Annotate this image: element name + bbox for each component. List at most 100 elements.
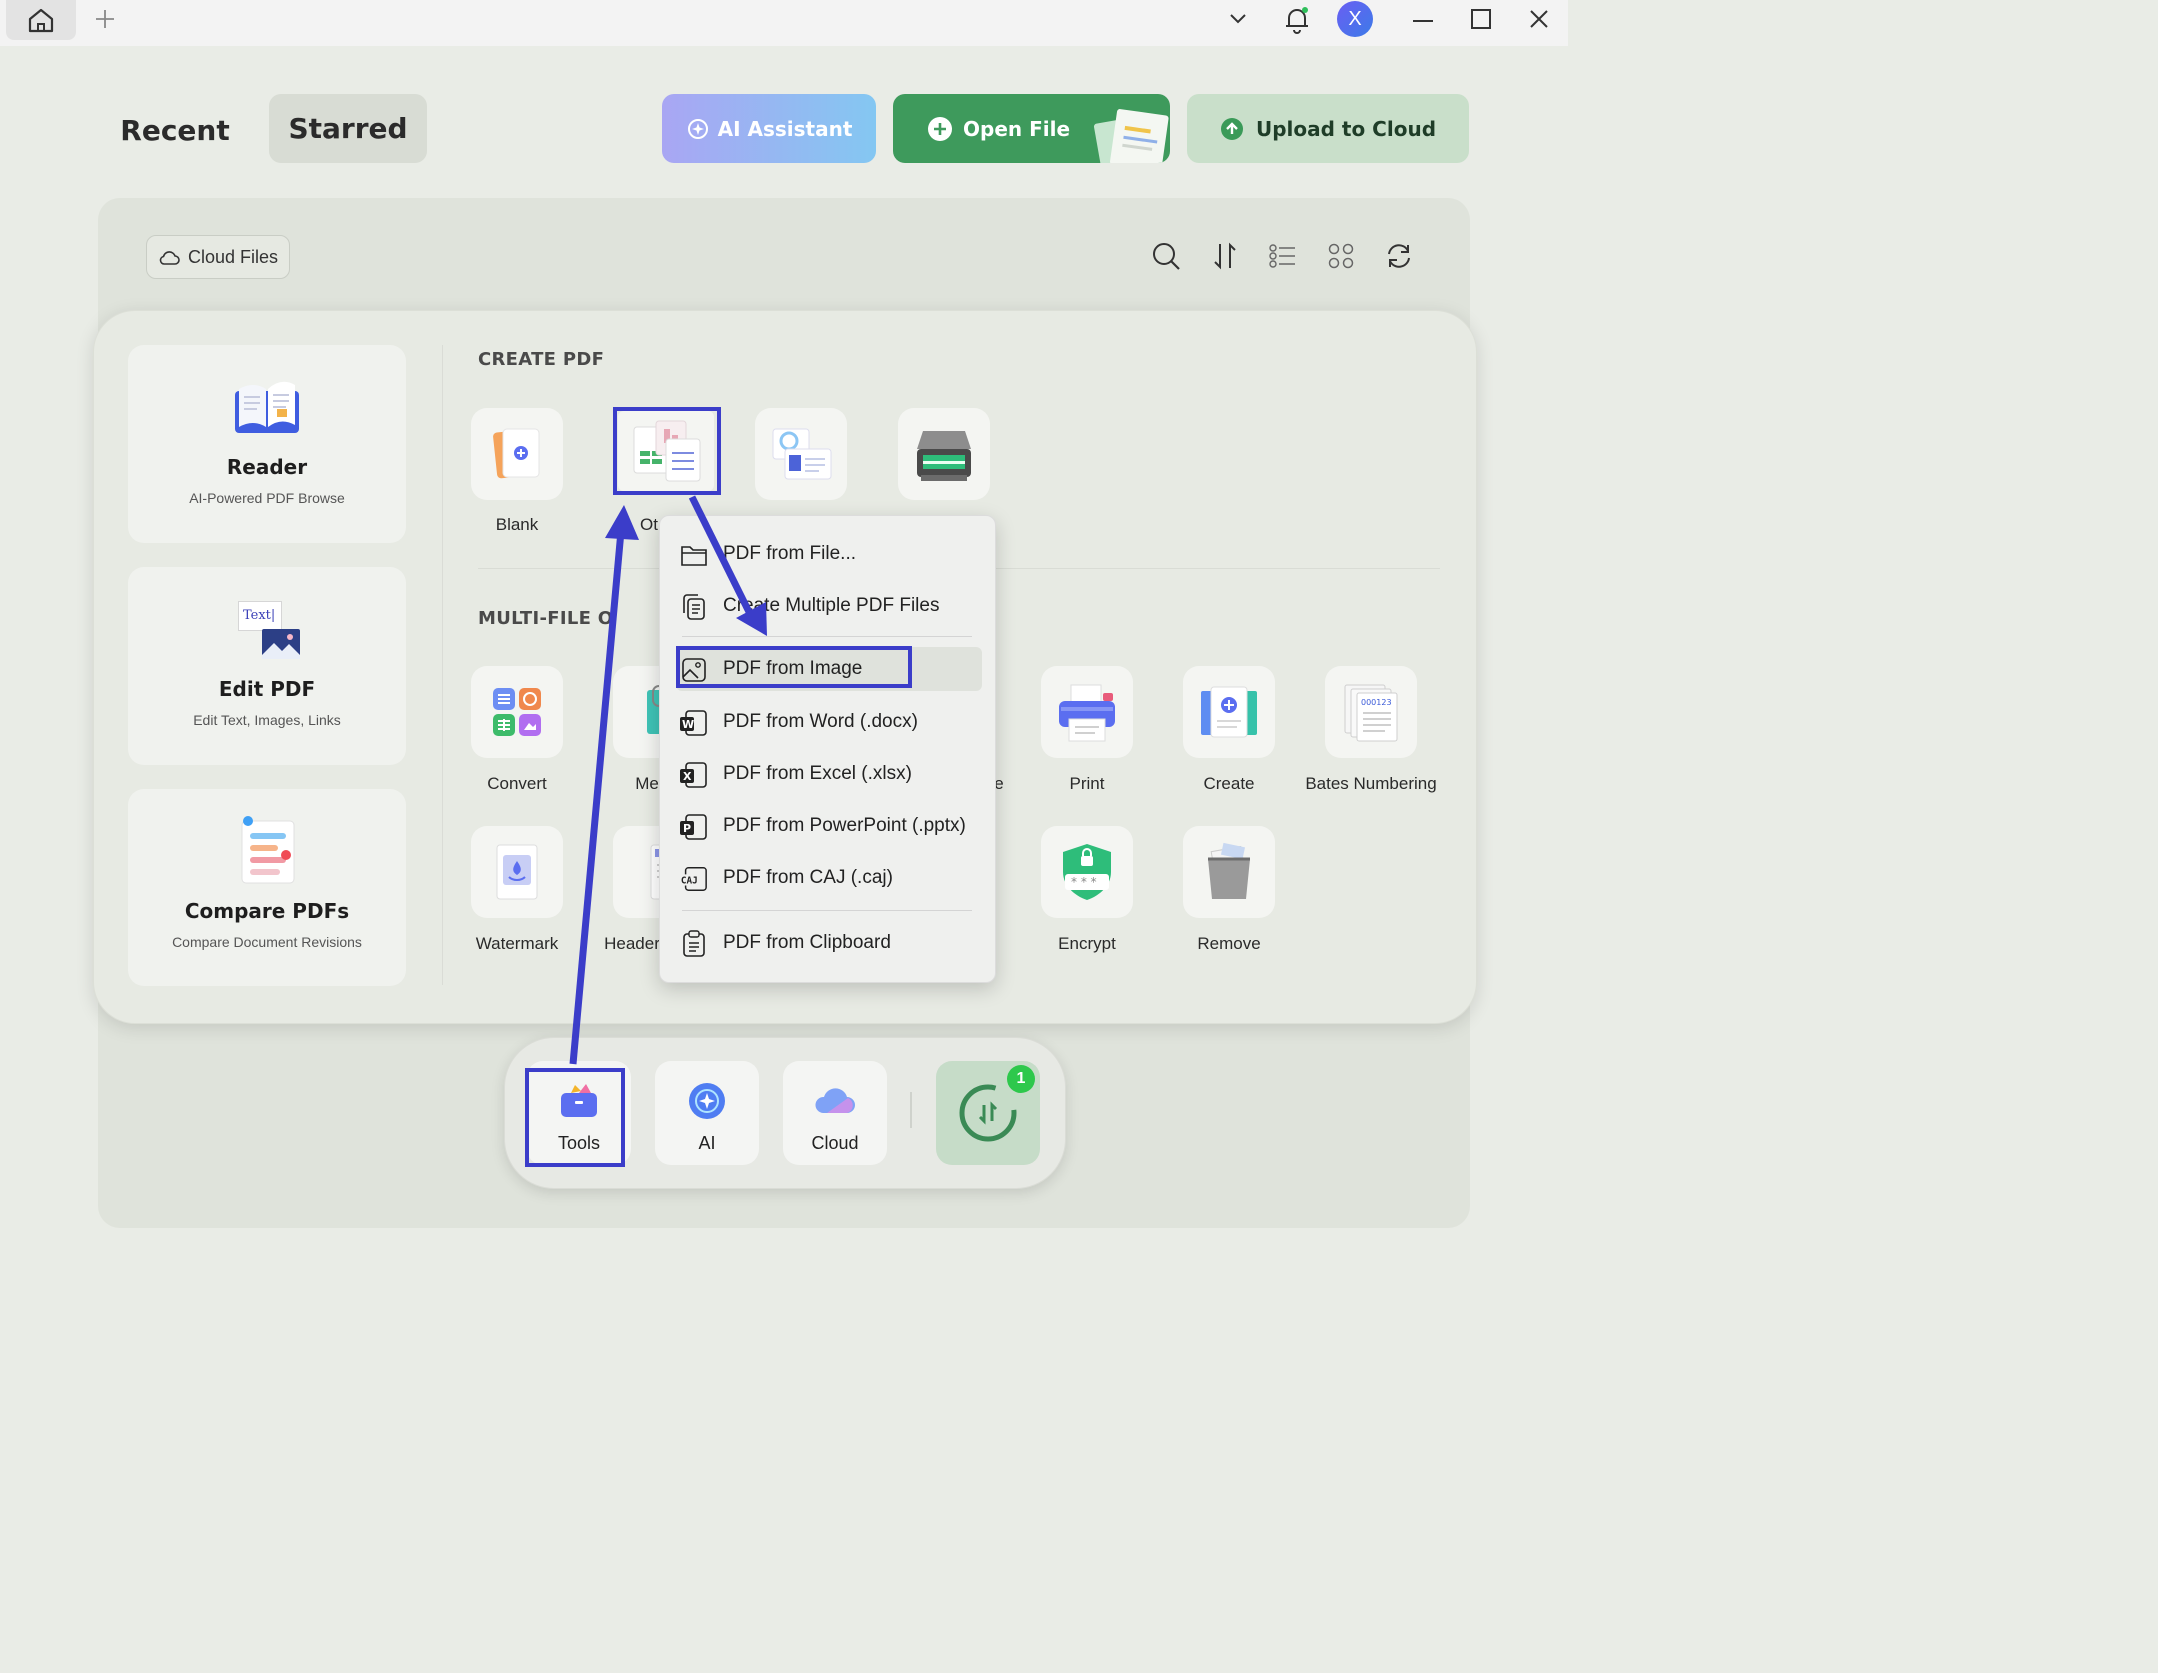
word-icon: W (680, 710, 708, 736)
refresh-icon[interactable] (1381, 238, 1417, 274)
ai-orb-icon (689, 1083, 725, 1119)
menu-item-pdf-from-excel[interactable]: X PDF from Excel (.xlsx) (660, 752, 995, 796)
plus-circle-icon (928, 117, 952, 141)
ai-assistant-button[interactable]: AI Assistant (662, 94, 876, 163)
cloud-icon (159, 251, 180, 265)
new-tab-icon[interactable] (90, 4, 120, 34)
highlight-tools (525, 1068, 625, 1167)
edit-pdf-subtitle: Edit Text, Images, Links (193, 712, 341, 728)
remove-tile[interactable] (1183, 826, 1275, 918)
menu-item-pdf-from-word[interactable]: W PDF from Word (.docx) (660, 700, 995, 744)
compare-pdfs-subtitle: Compare Document Revisions (172, 934, 362, 950)
menu-item-pdf-from-file[interactable]: PDF from File... (660, 532, 995, 576)
multi-file-icon (680, 594, 708, 620)
shield-lock-icon: * * * (1063, 844, 1111, 900)
reader-subtitle: AI-Powered PDF Browse (189, 490, 345, 506)
svg-text:W: W (682, 718, 694, 731)
home-icon (28, 8, 54, 33)
powerpoint-icon: P (680, 814, 708, 840)
bell-icon[interactable] (1282, 4, 1312, 34)
create-document-icon (1201, 686, 1257, 738)
encrypt-label: Encrypt (1058, 934, 1116, 953)
menu-item-create-multiple[interactable]: Create Multiple PDF Files (660, 584, 995, 628)
folder-icon (680, 542, 708, 568)
home-tab[interactable] (6, 0, 76, 40)
printer-icon (1059, 684, 1115, 742)
multi-file-heading: MULTI-FILE O (478, 608, 614, 629)
cloud-icon (815, 1088, 855, 1113)
clipboard-icon (680, 930, 708, 957)
menu-item-pdf-from-clipboard[interactable]: PDF from Clipboard (660, 921, 995, 965)
reader-card[interactable]: Reader AI-Powered PDF Browse (128, 345, 406, 543)
cloud-files-label: Cloud Files (187, 246, 279, 267)
sort-icon[interactable] (1207, 238, 1243, 274)
menu-label: PDF from Word (.docx) (723, 711, 918, 732)
caj-icon: CAJ (680, 866, 708, 892)
book-icon (235, 381, 299, 433)
bates-numbering-icon: 000123 (1344, 684, 1398, 742)
blank-document-icon (493, 428, 540, 479)
edit-pdf-card[interactable]: Text| Edit PDF Edit Text, Images, Links (128, 567, 406, 765)
dock-cloud-label: Cloud (811, 1133, 859, 1153)
svg-text:* * *: * * * (1071, 875, 1097, 889)
maximize-icon[interactable] (1466, 4, 1496, 34)
edit-pdf-title: Edit PDF (218, 677, 316, 701)
print-tile[interactable] (1041, 666, 1133, 758)
menu-item-pdf-from-powerpoint[interactable]: P PDF from PowerPoint (.pptx) (660, 804, 995, 848)
menu-separator (682, 636, 972, 637)
ai-sparkle-icon (687, 118, 708, 139)
open-file-button[interactable]: Open File (893, 94, 1170, 163)
compare-pdfs-card[interactable]: Compare PDFs Compare Document Revisions (128, 789, 406, 986)
minimize-icon[interactable] (1408, 4, 1438, 34)
scanner-tile[interactable] (898, 408, 990, 500)
sync-icon (959, 1084, 1017, 1142)
text-field-icon: Text| (238, 601, 282, 631)
title-bar: X (0, 0, 1568, 46)
chevron-down-icon[interactable] (1223, 4, 1253, 34)
blank-label: Blank (495, 515, 539, 534)
highlight-other-tile (613, 407, 721, 495)
convert-tile[interactable] (471, 666, 563, 758)
tab-recent[interactable]: Recent (110, 98, 240, 162)
upload-arrow-icon (1220, 117, 1243, 140)
menu-item-pdf-from-caj[interactable]: CAJ PDF from CAJ (.caj) (660, 856, 995, 900)
cloud-files-chip[interactable]: Cloud Files (146, 235, 290, 279)
convert-grid-icon (493, 688, 541, 736)
watermark-icon (496, 844, 538, 900)
list-view-icon[interactable] (1265, 238, 1301, 274)
create-tile[interactable] (1183, 666, 1275, 758)
bates-numbering-label: Bates Numbering (1305, 774, 1437, 793)
upload-label: Upload to Cloud (1255, 116, 1437, 141)
ai-assistant-label: AI Assistant (717, 116, 853, 141)
print-label: Print (1069, 774, 1105, 793)
menu-label: Create Multiple PDF Files (723, 595, 940, 616)
svg-text:P: P (683, 822, 691, 835)
blank-tile[interactable] (471, 408, 563, 500)
encrypt-tile[interactable]: * * * (1041, 826, 1133, 918)
bates-numbering-tile[interactable]: 000123 (1325, 666, 1417, 758)
svg-text:CAJ: CAJ (681, 876, 698, 887)
dock-ai-label: AI (698, 1133, 716, 1153)
id-card-tile[interactable] (755, 408, 847, 500)
compare-document-icon (241, 816, 295, 884)
upload-to-cloud-button[interactable]: Upload to Cloud (1187, 94, 1469, 163)
documents-illustration-icon (1093, 109, 1169, 163)
compare-pdfs-title: Compare PDFs (184, 899, 350, 923)
image-thumbnail-icon (262, 629, 300, 659)
grid-view-icon[interactable] (1323, 238, 1359, 274)
create-pdf-context-menu: PDF from File... Create Multiple PDF Fil… (659, 515, 996, 983)
open-file-label: Open File (963, 117, 1071, 141)
highlight-pdf-from-image (676, 646, 912, 688)
menu-label: PDF from CAJ (.caj) (723, 867, 893, 888)
search-icon[interactable] (1148, 238, 1184, 274)
avatar[interactable]: X (1337, 1, 1373, 37)
close-icon[interactable] (1524, 4, 1554, 34)
dock-cloud-button[interactable]: Cloud (783, 1061, 887, 1165)
notification-badge: 1 (1007, 1065, 1035, 1093)
watermark-tile[interactable] (471, 826, 563, 918)
scanner-icon (917, 431, 971, 481)
dock-ai-button[interactable]: AI (655, 1061, 759, 1165)
svg-text:X: X (683, 770, 692, 783)
menu-separator (682, 910, 972, 911)
tab-starred[interactable]: Starred (269, 94, 427, 163)
